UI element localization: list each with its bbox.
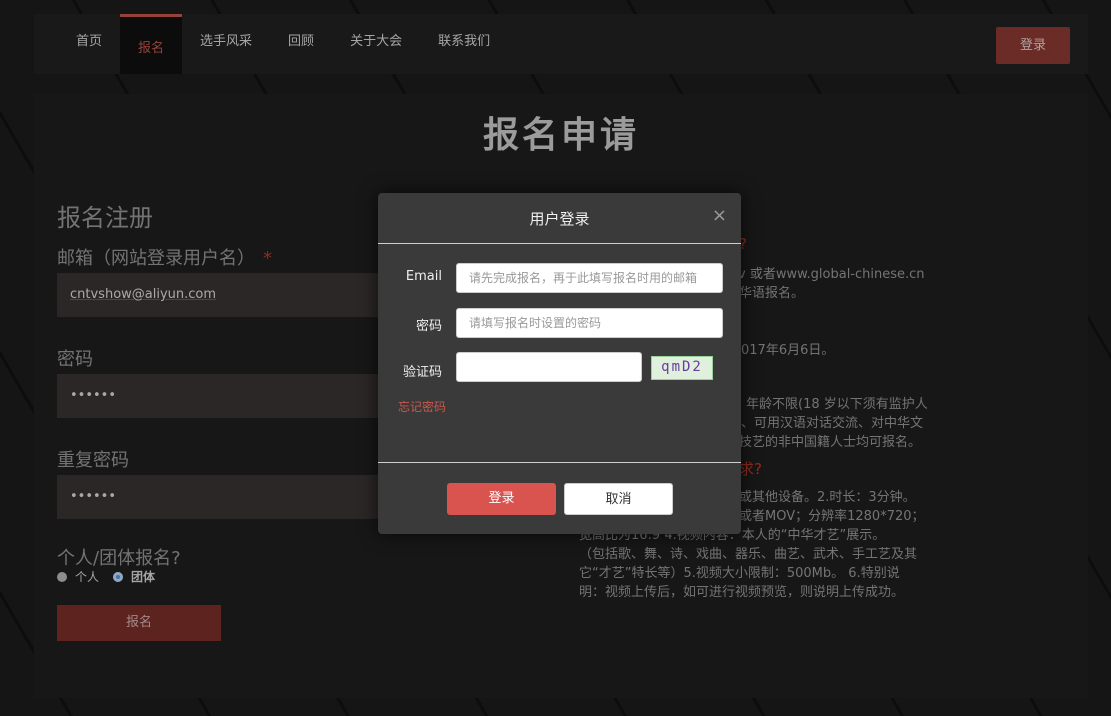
captcha-image[interactable]: qmD2 — [651, 356, 713, 380]
modal-password-label: 密码 — [415, 319, 442, 334]
modal-email-input[interactable]: 请先完成报名，再于此填写报名时用的邮箱 — [456, 263, 723, 293]
modal-captcha-input[interactable] — [456, 352, 642, 382]
modal-login-button[interactable]: 登录 — [447, 483, 556, 515]
close-icon[interactable]: × — [712, 205, 727, 226]
modal-password-input[interactable]: 请填写报名时设置的密码 — [456, 308, 723, 338]
modal-email-label: Email — [405, 269, 442, 284]
modal-captcha-label: 验证码 — [402, 365, 442, 380]
modal-footer-divider — [378, 462, 741, 463]
modal-cancel-button[interactable]: 取消 — [564, 483, 673, 515]
modal-title: 用户登录 — [529, 210, 590, 228]
modal-header-divider — [378, 243, 741, 244]
forgot-password-link[interactable]: 忘记密码 — [398, 398, 446, 415]
login-modal: 用户登录 × Email 请先完成报名，再于此填写报名时用的邮箱 密码 请填写报… — [378, 193, 741, 534]
